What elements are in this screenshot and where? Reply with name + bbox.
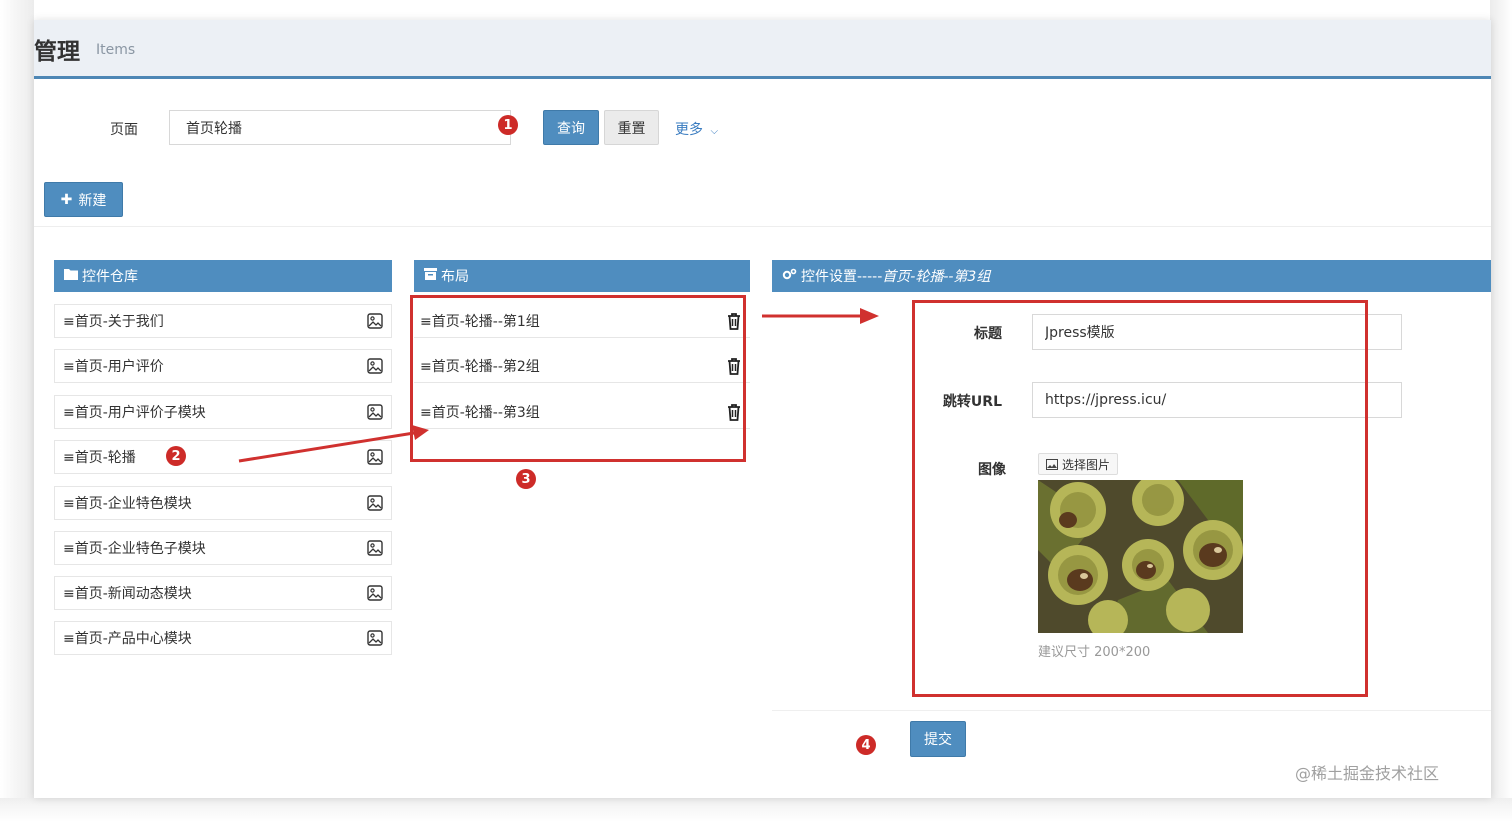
main-panel: 管理 Items 页面 查询 重置 更多 ⌵ ✚ 新建 控件仓库 ≡首页-关于我… [34,20,1491,798]
annotation-arrows [238,308,879,463]
annotation-badge-4: 4 [856,735,876,755]
arrow-head [412,425,429,440]
watermark: @稀土掘金技术社区 [1295,764,1440,783]
annotation-badge-1: 1 [498,115,518,135]
page-shadow-right [1490,0,1512,822]
annotation-badge-2: 2 [166,446,186,466]
page-shadow-bottom [0,798,1512,822]
annotation-badge-3: 3 [516,469,536,489]
page-shadow-left [0,0,34,822]
arrow-head [860,308,879,324]
arrow-to-layout [238,431,415,463]
